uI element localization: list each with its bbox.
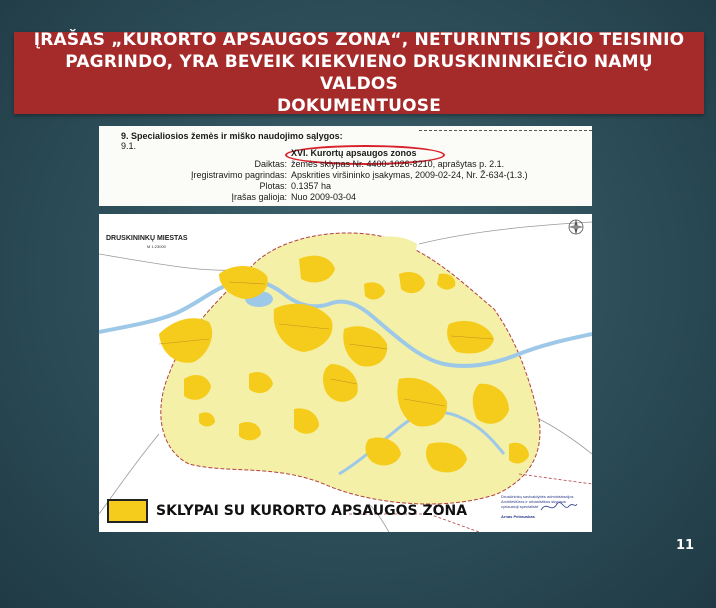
slide-title-banner: ĮRAŠAS „KURORTO APSAUGOS ZONA“, NETURINT… — [14, 30, 704, 116]
document-row-value: žemės sklypas Nr. 4400-1026-8210, aprašy… — [291, 159, 505, 169]
document-row: Įregistravimo pagrindas: Apskrities virši… — [111, 170, 528, 180]
document-row-value: Nuo 2009-03-04 — [291, 192, 357, 202]
legend-swatch — [107, 499, 148, 523]
approval-stamp: Druskininkų savivaldybės administracijos… — [501, 494, 583, 519]
document-cut-line — [419, 130, 592, 131]
legend-label: SKLYPAI SU KURORTO APSAUGOS ZONA — [156, 503, 468, 519]
document-row-value: XVI. Kurortų apsaugos zonos — [291, 148, 417, 158]
document-heading: 9. Specialiosios žemės ir miško naudojim… — [121, 131, 343, 141]
registry-document-excerpt: 9. Specialiosios žemės ir miško naudojim… — [99, 126, 592, 206]
document-row-label: Įregistravimo pagrindas: — [190, 170, 287, 180]
document-row-value: 0.1357 ha — [291, 181, 332, 191]
document-row-value: Apskrities viršininko įsakymas, 2009-02-… — [291, 170, 528, 180]
slide-title: ĮRAŠAS „KURORTO APSAUGOS ZONA“, NETURINT… — [33, 30, 685, 116]
map-drawing — [99, 214, 592, 532]
page-number: 11 — [676, 538, 695, 553]
north-arrow-icon — [567, 218, 585, 236]
document-row-label: Daiktas: — [254, 159, 287, 169]
map-legend: SKLYPAI SU KURORTO APSAUGOS ZONA — [107, 499, 467, 523]
signature-icon — [540, 502, 578, 511]
city-zoning-map: DRUSKININKŲ MIESTAS M 1:23000 SKLYPAI SU… — [99, 214, 592, 532]
map-title: DRUSKININKŲ MIESTAS — [106, 235, 188, 242]
map-scale: M 1:23000 — [147, 244, 166, 249]
document-row: XVI. Kurortų apsaugos zonos — [111, 148, 417, 158]
document-row: Įrašas galioja: Nuo 2009-03-04 — [111, 192, 356, 202]
document-row-label: Plotas: — [259, 181, 287, 191]
document-row: Daiktas: žemės sklypas Nr. 4400-1026-8210… — [111, 159, 504, 169]
document-row-label: Įrašas galioja: — [231, 192, 287, 202]
document-row: Plotas: 0.1357 ha — [111, 181, 331, 191]
